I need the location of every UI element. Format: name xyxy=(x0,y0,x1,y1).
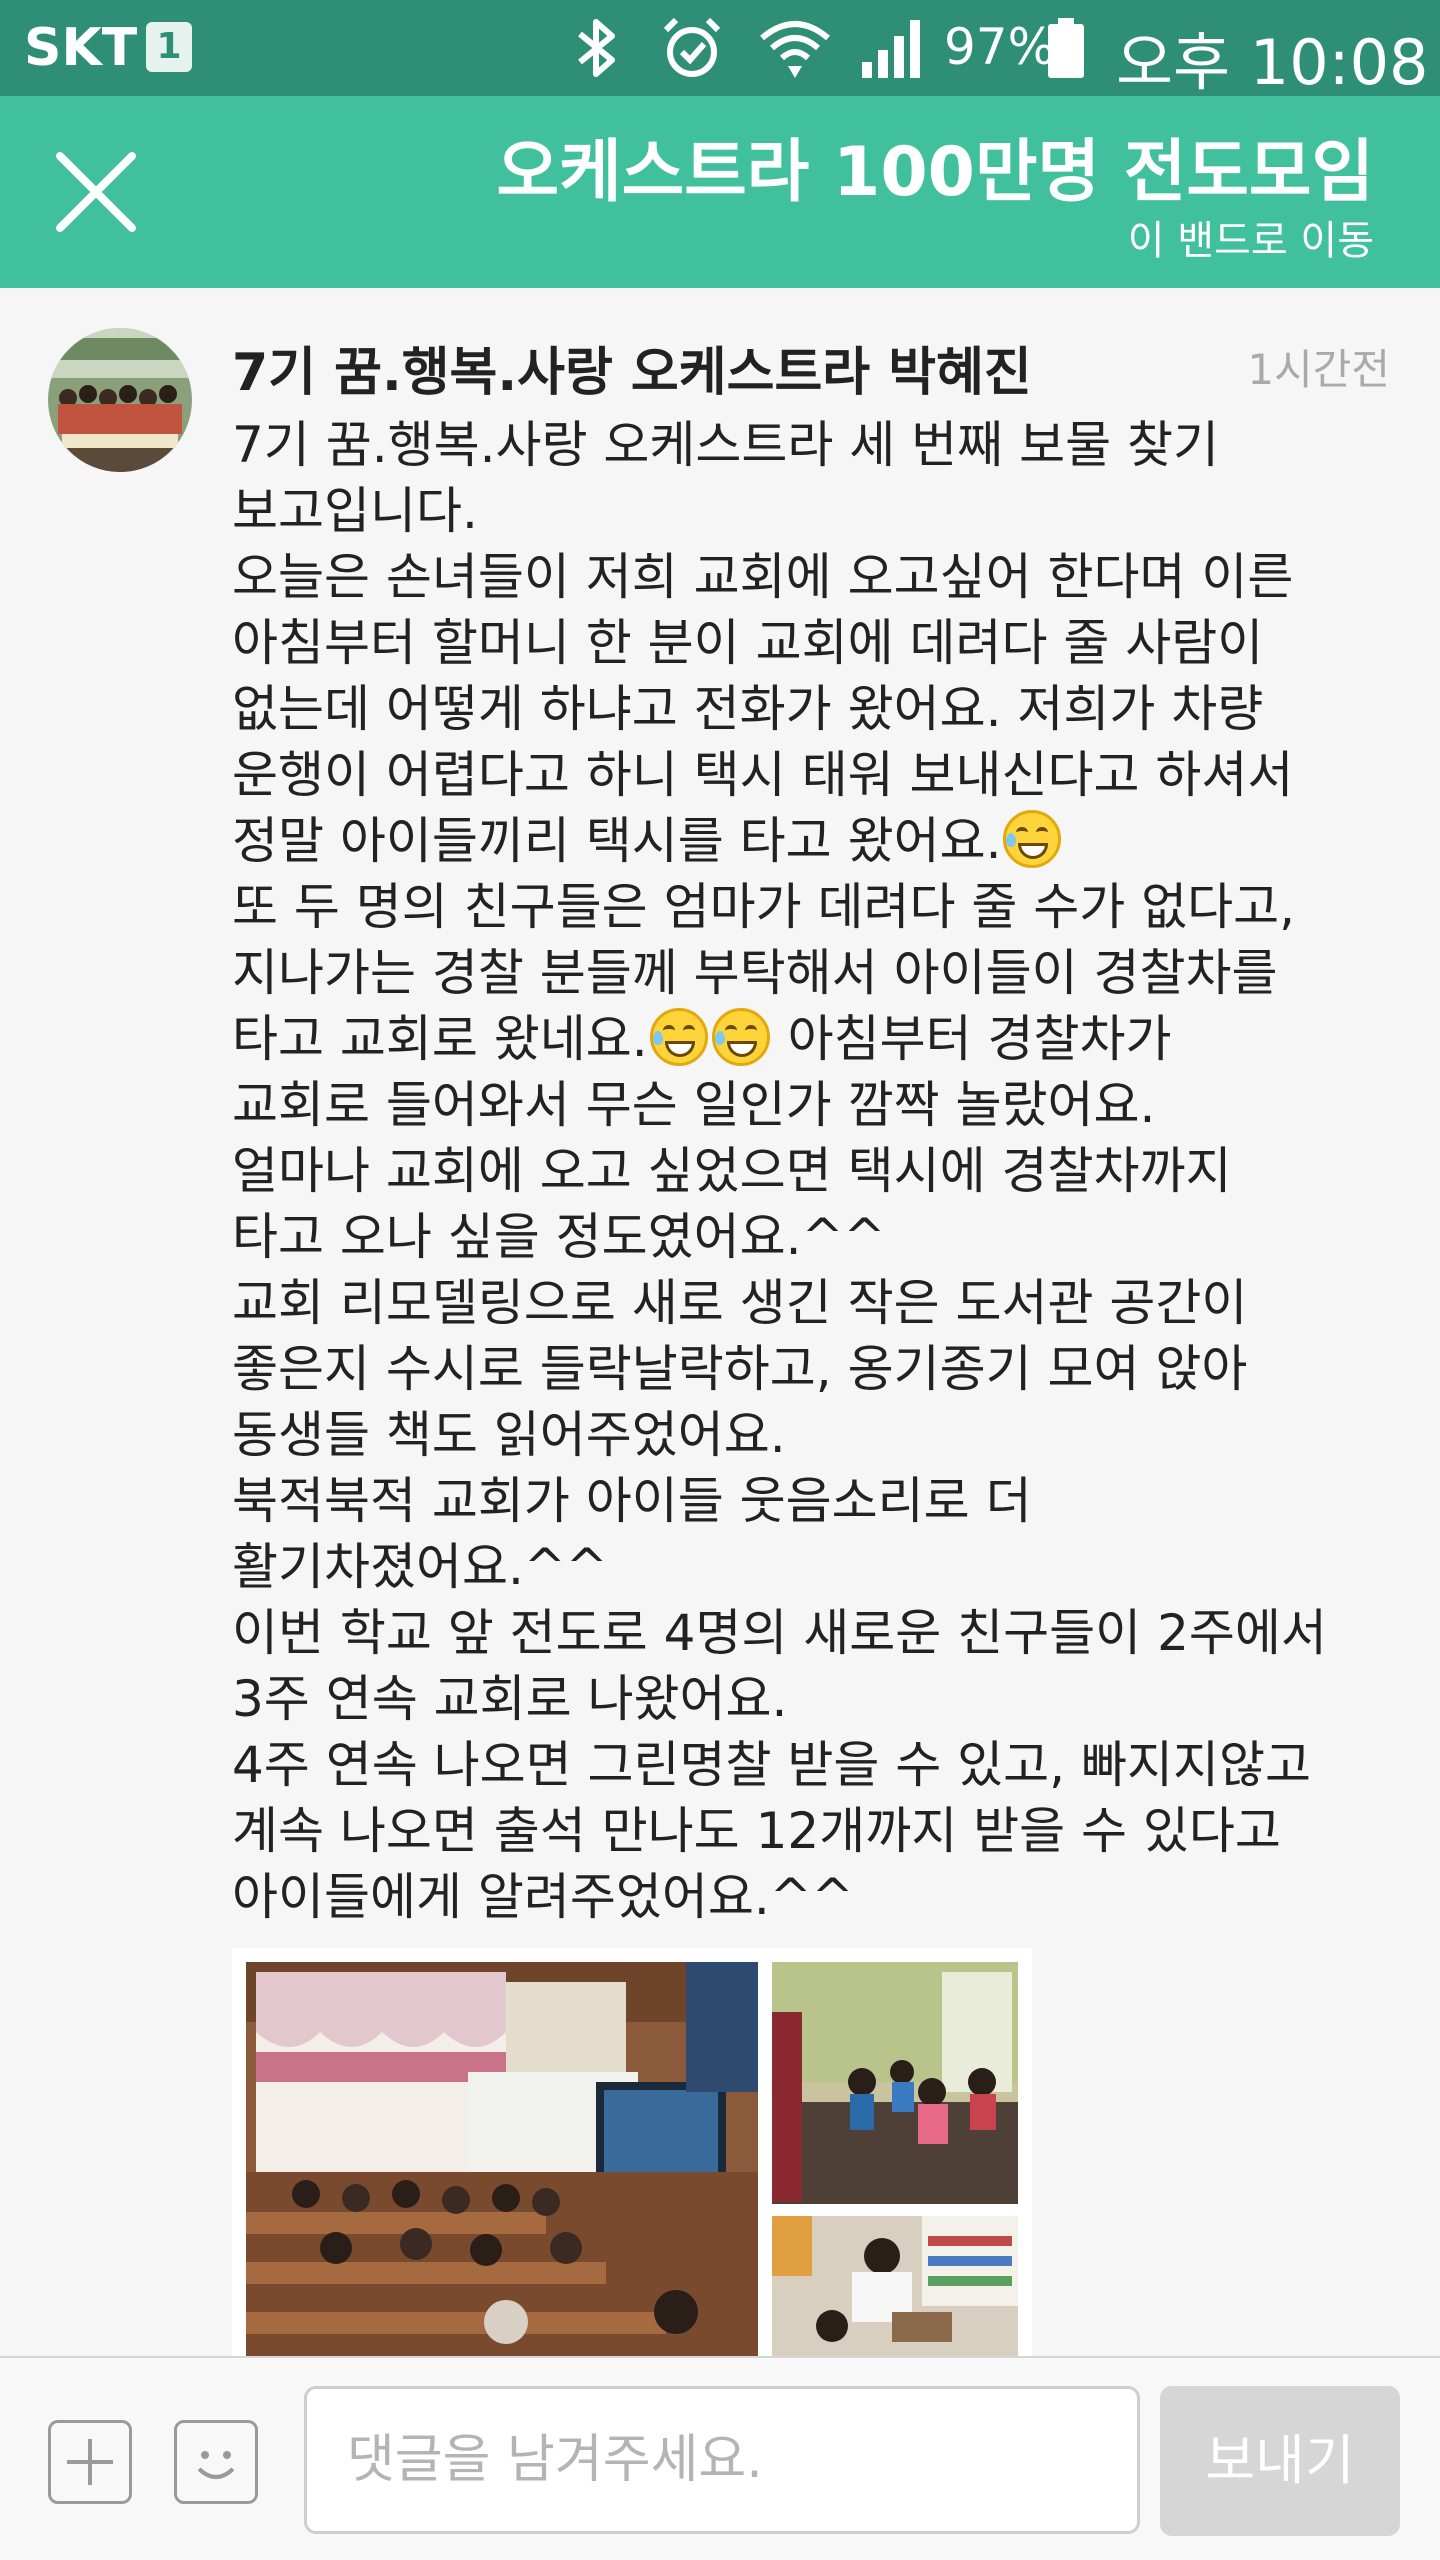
post-line: 교회로 들어와서 무슨 일인가 깜짝 놀랐어요. xyxy=(232,1076,1156,1134)
photo-church-interior[interactable] xyxy=(246,1962,758,2356)
post-line: 7기 꿈.행복.사랑 오케스트라 세 번째 보물 찾기 xyxy=(232,416,1219,474)
post-line: 지나가는 경찰 분들께 부탁해서 아이들이 경찰차를 xyxy=(232,944,1278,1002)
post-line-text: 타고 교회로 왔네요. xyxy=(232,1010,648,1068)
alarm-icon xyxy=(663,17,721,77)
post-line: 얼마나 교회에 오고 싶었으면 택시에 경찰차까지 xyxy=(232,1142,1232,1200)
post-line: 활기차졌어요.^^ xyxy=(232,1538,608,1596)
go-to-band-link[interactable]: 이 밴드로 이동 xyxy=(1128,208,1374,266)
post-line: 운행이 어렵다고 하니 택시 태워 보내신다고 하셔서 xyxy=(232,746,1294,804)
post-line: 계속 나오면 출석 만나도 12개까지 받을 수 있다고 xyxy=(232,1802,1281,1860)
photo-kids-playing[interactable] xyxy=(772,1962,1018,2204)
post-line: 정말 아이들끼리 택시를 타고 왔어요. xyxy=(232,808,1402,874)
post-body: 7기 꿈.행복.사랑 오케스트라 세 번째 보물 찾기 보고입니다. 오늘은 손… xyxy=(232,412,1402,1930)
post-line: 타고 교회로 왔네요. 아침부터 경찰차가 xyxy=(232,1006,1402,1072)
add-attachment-button[interactable] xyxy=(48,2420,132,2504)
post-line: 좋은지 수시로 들락날락하고, 옹기종기 모여 앉아 xyxy=(232,1340,1248,1398)
post-line: 북적북적 교회가 아이들 웃음소리로 더 xyxy=(232,1472,1032,1530)
close-icon[interactable] xyxy=(50,146,142,238)
clock: 오후 10:08 xyxy=(1116,26,1429,99)
post-author[interactable]: 7기 꿈.행복.사랑 오케스트라 박혜진 xyxy=(232,330,1032,405)
comment-composer: 보내기 xyxy=(0,2356,1440,2560)
plus-icon xyxy=(67,2439,113,2485)
status-bar: SKT 1 97% 오후 10:08 xyxy=(0,0,1440,99)
battery-percent: 97% xyxy=(944,18,1056,76)
band-header: 오케스트라 100만명 전도모임 이 밴드로 이동 xyxy=(0,96,1440,288)
photo-grid xyxy=(232,1948,1032,2356)
post-line: 4주 연속 나오면 그린명찰 받을 수 있고, 빠지지않고 xyxy=(232,1736,1311,1794)
post-line: 교회 리모델링으로 새로 생긴 작은 도서관 공간이 xyxy=(232,1274,1248,1332)
wifi-icon xyxy=(760,21,830,78)
bluetooth-icon xyxy=(578,19,615,77)
post-line: 아이들에게 알려주었어요.^^ xyxy=(232,1868,854,1926)
grinning-sweat-emoji-icon xyxy=(649,1008,708,1066)
post-line: 동생들 책도 읽어주었어요. xyxy=(232,1406,786,1464)
post-line: 아침부터 할머니 한 분이 교회에 데려다 줄 사람이 xyxy=(232,614,1264,672)
post-line: 오늘은 손녀들이 저희 교회에 오고싶어 한다며 이른 xyxy=(232,548,1294,606)
post-line: 보고입니다. xyxy=(232,482,478,540)
post-line-text: 정말 아이들끼리 택시를 타고 왔어요. xyxy=(232,812,1002,870)
sim-indicator: 1 xyxy=(146,22,192,72)
band-title: 오케스트라 100만명 전도모임 xyxy=(496,133,1374,212)
post-line-text: 아침부터 경찰차가 xyxy=(771,1010,1172,1068)
grinning-sweat-emoji-icon xyxy=(711,1008,770,1066)
smiley-icon xyxy=(197,2451,235,2479)
send-button[interactable]: 보내기 xyxy=(1160,2386,1400,2536)
signal-icon xyxy=(862,20,920,78)
battery-icon xyxy=(1048,18,1084,78)
sticker-button[interactable] xyxy=(174,2420,258,2504)
carrier-label: SKT xyxy=(24,18,138,78)
post-line: 타고 오나 싶을 정도였어요.^^ xyxy=(232,1208,886,1266)
post-time: 1시간전 xyxy=(1247,345,1390,394)
photo-kids-library[interactable] xyxy=(772,2216,1018,2356)
grinning-sweat-emoji-icon xyxy=(1003,810,1062,868)
comment-input[interactable] xyxy=(304,2386,1140,2534)
post-line: 없는데 어떻게 하냐고 전화가 왔어요. 저희가 차량 xyxy=(232,680,1264,738)
post-line: 3주 연속 교회로 나왔어요. xyxy=(232,1670,788,1728)
avatar[interactable] xyxy=(48,328,192,472)
post-line: 또 두 명의 친구들은 엄마가 데려다 줄 수가 없다고, xyxy=(232,878,1296,936)
post-line: 이번 학교 앞 전도로 4명의 새로운 친구들이 2주에서 xyxy=(232,1604,1327,1662)
post: 7기 꿈.행복.사랑 오케스트라 박혜진 1시간전 7기 꿈.행복.사랑 오케스… xyxy=(0,288,1440,2356)
